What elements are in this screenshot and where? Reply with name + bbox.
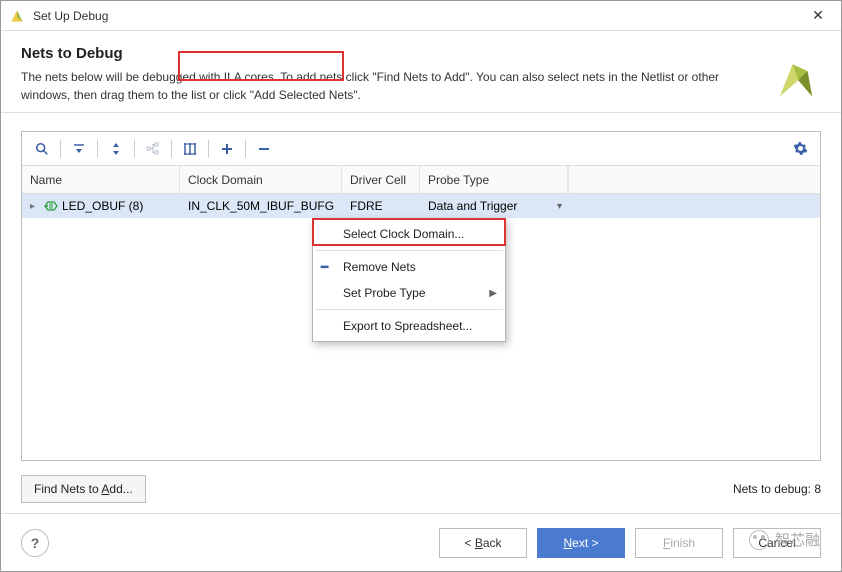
submenu-arrow-icon: ▶ (489, 288, 497, 299)
net-name: LED_OBUF (8) (62, 199, 143, 213)
cell-name[interactable]: ▸ LED_OBUF (8) (22, 194, 180, 218)
add-icon[interactable] (213, 135, 241, 163)
context-menu: Select Clock Domain... ━ Remove Nets Set… (312, 218, 506, 342)
wizard-header: Nets to Debug The nets below will be deb… (1, 31, 841, 113)
vivado-logo-icon (773, 55, 819, 101)
column-driver-cell[interactable]: Driver Cell (342, 166, 420, 193)
column-probe-type[interactable]: Probe Type (420, 166, 568, 193)
cell-probe-type[interactable]: Data and Trigger ▾ (420, 194, 568, 218)
help-button[interactable]: ? (21, 529, 49, 557)
find-nets-button[interactable]: Find Nets to Add... (21, 475, 146, 503)
probe-type-value: Data and Trigger (428, 199, 517, 213)
wizard-footer: ? < Back Next > Finish Cancel (1, 513, 841, 571)
title-bar: Set Up Debug ✕ (1, 1, 841, 31)
toolbar-separator (134, 140, 135, 158)
cell-driver-cell: FDRE (342, 194, 420, 218)
collapse-all-icon[interactable] (65, 135, 93, 163)
search-icon[interactable] (28, 135, 56, 163)
menu-set-probe-type[interactable]: Set Probe Type ▶ (313, 280, 505, 306)
gear-icon[interactable] (786, 135, 814, 163)
minus-icon: ━ (321, 260, 335, 274)
net-bus-icon (44, 200, 58, 212)
column-name[interactable]: Name (22, 166, 180, 193)
nets-grid: Name Clock Domain Driver Cell Probe Type… (21, 131, 821, 461)
app-logo-icon (9, 8, 25, 24)
menu-select-clock-domain[interactable]: Select Clock Domain... (313, 221, 505, 247)
chevron-down-icon[interactable]: ▾ (557, 201, 562, 212)
menu-divider (315, 309, 503, 310)
toolbar-separator (97, 140, 98, 158)
window-title: Set Up Debug (33, 9, 803, 23)
toolbar-separator (171, 140, 172, 158)
back-button[interactable]: < Back (439, 528, 527, 558)
nets-to-debug-count: Nets to debug: 8 (733, 482, 821, 496)
column-clock-domain[interactable]: Clock Domain (180, 166, 342, 193)
content-area: Name Clock Domain Driver Cell Probe Type… (1, 113, 841, 513)
menu-divider (315, 250, 503, 251)
cancel-button[interactable]: Cancel (733, 528, 821, 558)
next-button[interactable]: Next > (537, 528, 625, 558)
columns-icon[interactable] (176, 135, 204, 163)
finish-button: Finish (635, 528, 723, 558)
remove-icon[interactable] (250, 135, 278, 163)
grid-headers: Name Clock Domain Driver Cell Probe Type (22, 166, 820, 194)
page-description: The nets below will be debugged with ILA… (21, 68, 741, 104)
toolbar-separator (245, 140, 246, 158)
tree-icon (139, 135, 167, 163)
menu-remove-nets[interactable]: ━ Remove Nets (313, 254, 505, 280)
grid-body: ▸ LED_OBUF (8) IN_CLK_50M_IBUF_BUFG FDRE… (22, 194, 820, 460)
table-row[interactable]: ▸ LED_OBUF (8) IN_CLK_50M_IBUF_BUFG FDRE… (22, 194, 820, 218)
toolbar-separator (208, 140, 209, 158)
close-icon[interactable]: ✕ (803, 7, 833, 24)
grid-toolbar (22, 132, 820, 166)
page-title: Nets to Debug (21, 45, 821, 62)
expand-icon[interactable]: ▸ (30, 201, 40, 212)
expand-all-icon[interactable] (102, 135, 130, 163)
toolbar-separator (60, 140, 61, 158)
cell-clock-domain[interactable]: IN_CLK_50M_IBUF_BUFG (180, 194, 342, 218)
below-grid-bar: Find Nets to Add... Nets to debug: 8 (21, 475, 821, 503)
menu-export-spreadsheet[interactable]: Export to Spreadsheet... (313, 313, 505, 339)
